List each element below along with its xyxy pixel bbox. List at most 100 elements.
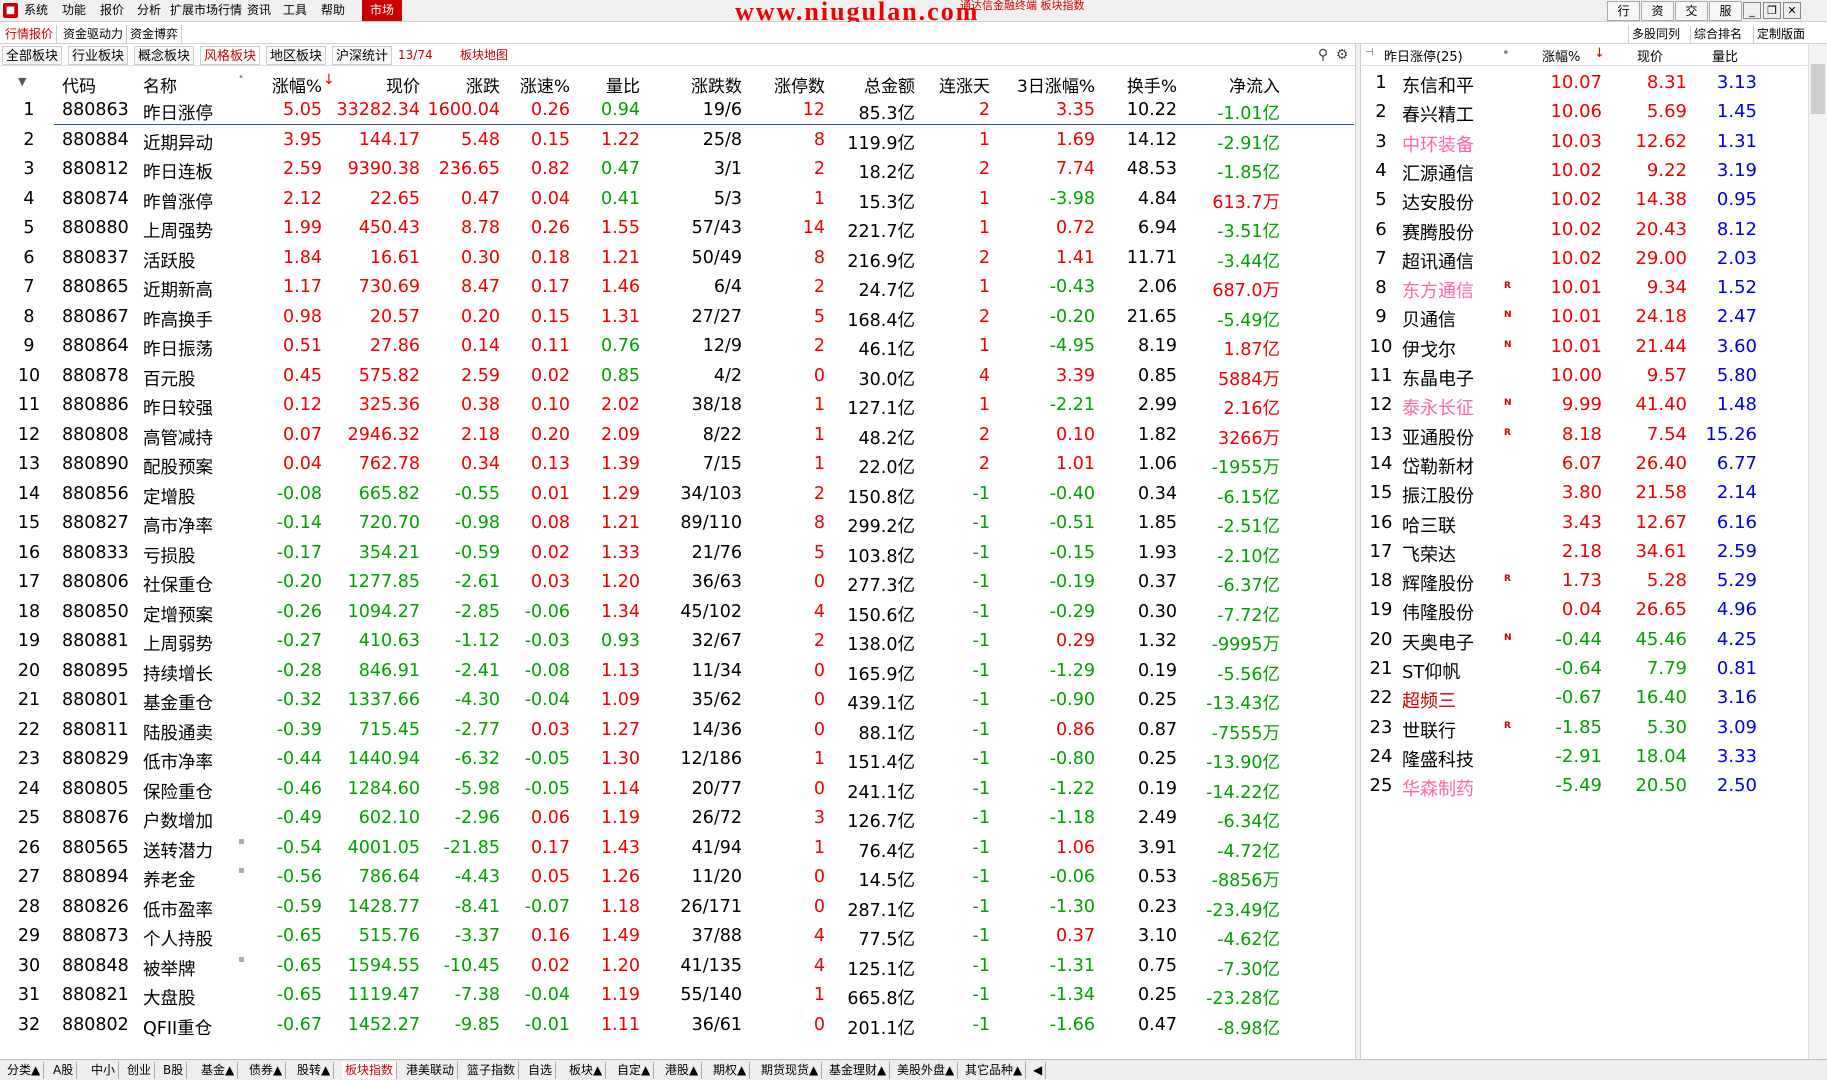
- table-row[interactable]: 25 880876 户数增加 -0.49 602.10 -2.96 0.06 1.19 26/7…: [0, 804, 1350, 834]
- constituent-row[interactable]: 22 超频三 -0.67 16.40 3.16: [1362, 683, 1807, 713]
- sector-map-link[interactable]: 板块地图: [460, 46, 508, 65]
- table-row[interactable]: 5 880880 上周强势 1.99 450.43 8.78 0.26 1.55 57/43 14…: [0, 214, 1350, 244]
- col-header-10[interactable]: 连涨天: [920, 72, 990, 97]
- constituent-row[interactable]: 3 中环装备 10.03 12.62 1.31: [1362, 127, 1807, 157]
- category-tab-2[interactable]: 概念板块: [134, 46, 195, 65]
- table-row[interactable]: 1 880863 昨日涨停 5.05 33282.34 1600.04 0.26 0.94 19…: [0, 96, 1350, 126]
- constituent-row[interactable]: 20 天奥电子 N -0.44 45.46 4.25: [1362, 625, 1807, 655]
- bottom-tab-0[interactable]: 分类▲: [4, 1062, 45, 1079]
- category-tab-0[interactable]: 全部板块: [2, 46, 63, 65]
- constituent-row[interactable]: 9 贝通信 N 10.01 24.18 2.47: [1362, 302, 1807, 332]
- constituent-title[interactable]: 昨日涨停(25): [1384, 46, 1463, 65]
- constituent-row[interactable]: 5 达安股份 10.02 14.38 0.95: [1362, 185, 1807, 215]
- table-row[interactable]: 7 880865 近期新高 1.17 730.69 8.47 0.17 1.46 6/4 2 24.…: [0, 273, 1350, 303]
- table-row[interactable]: 3 880812 昨日连板 2.59 9390.38 236.65 0.82 0.47 3/1 2…: [0, 155, 1350, 185]
- category-tab-3[interactable]: 风格板块: [200, 46, 261, 65]
- search-icon[interactable]: ⚲: [1315, 47, 1331, 63]
- bottom-tab-14[interactable]: 港股▲: [662, 1062, 703, 1079]
- table-row[interactable]: 31 880821 大盘股 -0.65 1119.47 -7.38 -0.04 1.19 55/…: [0, 981, 1350, 1011]
- constituent-row[interactable]: 21 ST仰帆 -0.64 7.79 0.81: [1362, 654, 1807, 684]
- pin-icon[interactable]: ⊣: [1365, 47, 1374, 58]
- bottom-tab-12[interactable]: 板块▲: [566, 1062, 607, 1079]
- menu-item-2[interactable]: 报价: [100, 0, 124, 21]
- bottom-tab-8[interactable]: 板块指数: [342, 1062, 398, 1079]
- col-header-1[interactable]: 名称: [143, 72, 223, 97]
- menu-item-3[interactable]: 分析: [137, 0, 161, 21]
- table-row[interactable]: 13 880890 配股预案 0.04 762.78 0.34 0.13 1.39 7/15 1 2…: [0, 450, 1350, 480]
- subtab-1[interactable]: 资金驱动力: [60, 25, 128, 43]
- right-subtab-2[interactable]: 定制版面: [1753, 25, 1808, 43]
- bottom-tab-7[interactable]: 股转▲: [294, 1062, 335, 1079]
- table-row[interactable]: 19 880881 上周弱势 -0.27 410.63 -1.12 -0.03 0.93 32/…: [0, 627, 1350, 657]
- col-header-12[interactable]: 换手%: [1100, 72, 1177, 97]
- table-row[interactable]: 9 880864 昨日振荡 0.51 27.86 0.14 0.11 0.76 12/9 2 46.…: [0, 332, 1350, 362]
- category-tab-4[interactable]: 地区板块: [266, 46, 327, 65]
- bottom-tab-10[interactable]: 篮子指数: [464, 1062, 520, 1079]
- table-row[interactable]: 30 880848 被举牌 -0.65 1594.55 -10.45 0.02 1.20 41/…: [0, 952, 1350, 982]
- col-header-change[interactable]: 涨幅%: [1542, 46, 1580, 65]
- col-header-7[interactable]: 涨跌数: [660, 72, 742, 97]
- bottom-tab-4[interactable]: B股: [160, 1062, 188, 1079]
- subtab-0[interactable]: 行情报价: [2, 25, 58, 43]
- menu-market-active[interactable]: 市场: [362, 0, 403, 21]
- constituent-row[interactable]: 16 哈三联 3.43 12.67 6.16: [1362, 508, 1807, 538]
- col-header-0[interactable]: 代码: [62, 72, 122, 97]
- bottom-tab-16[interactable]: 期货现货▲: [758, 1062, 823, 1079]
- bottom-tab-6[interactable]: 债券▲: [246, 1062, 287, 1079]
- bottom-tab-15[interactable]: 期权▲: [710, 1062, 751, 1079]
- constituent-row[interactable]: 23 世联行 R -1.85 5.30 3.09: [1362, 713, 1807, 743]
- constituent-row[interactable]: 25 华森制药 -5.49 20.50 2.50: [1362, 771, 1807, 801]
- col-header-9[interactable]: 总金额: [830, 72, 915, 97]
- top-right-button-3[interactable]: 服务: [1709, 1, 1742, 36]
- minimize-icon[interactable]: _: [1743, 2, 1761, 19]
- restore-icon[interactable]: ❐: [1763, 2, 1781, 19]
- table-row[interactable]: 28 880826 低市盈率 -0.59 1428.77 -8.41 -0.07 1.18 26…: [0, 893, 1350, 923]
- category-tab-1[interactable]: 行业板块: [68, 46, 129, 65]
- table-row[interactable]: 18 880850 定增预案 -0.26 1094.27 -2.85 -0.06 1.34 45…: [0, 598, 1350, 628]
- constituent-row[interactable]: 8 东方通信 R 10.01 9.34 1.52: [1362, 273, 1807, 303]
- col-header-4[interactable]: 涨跌: [425, 72, 500, 97]
- bottom-tab-2[interactable]: 中小: [88, 1062, 120, 1079]
- menu-item-1[interactable]: 功能: [62, 0, 86, 21]
- scroll-thumb[interactable]: [1811, 64, 1825, 114]
- right-subtab-1[interactable]: 综合排名: [1690, 25, 1745, 43]
- constituent-row[interactable]: 4 汇源通信 10.02 9.22 3.19: [1362, 156, 1807, 186]
- menu-item-4[interactable]: 扩展市场行情: [170, 0, 242, 21]
- bottom-tab-1[interactable]: A股: [50, 1062, 78, 1079]
- scroll-left-icon[interactable]: ◀: [1030, 1062, 1047, 1079]
- table-row[interactable]: 4 880874 昨曾涨停 2.12 22.65 0.47 0.04 0.41 5/3 1 15.3…: [0, 185, 1350, 215]
- table-row[interactable]: 22 880811 陆股通卖 -0.39 715.45 -2.77 0.03 1.27 14/3…: [0, 716, 1350, 746]
- constituent-row[interactable]: 2 春兴精工 10.06 5.69 1.45: [1362, 97, 1807, 127]
- table-row[interactable]: 11 880886 昨日较强 0.12 325.36 0.38 0.10 2.02 38/18 1…: [0, 391, 1350, 421]
- table-row[interactable]: 24 880805 保险重仓 -0.46 1284.60 -5.98 -0.05 1.14 20…: [0, 775, 1350, 805]
- col-header-13[interactable]: 净流入: [1180, 72, 1280, 97]
- menu-item-0[interactable]: 系统: [24, 0, 48, 21]
- constituent-row[interactable]: 19 伟隆股份 0.04 26.65 4.96: [1362, 595, 1807, 625]
- table-row[interactable]: 16 880833 亏损股 -0.17 354.21 -0.59 0.02 1.33 21/76…: [0, 539, 1350, 569]
- constituent-row[interactable]: 15 振江股份 3.80 21.58 2.14: [1362, 478, 1807, 508]
- constituent-row[interactable]: 17 飞荣达 2.18 34.61 2.59: [1362, 537, 1807, 567]
- col-header-11[interactable]: 3日涨幅%: [995, 72, 1095, 97]
- bottom-tab-9[interactable]: 港美联动: [403, 1062, 459, 1079]
- bottom-tab-3[interactable]: 创业: [124, 1062, 156, 1079]
- app-logo-icon[interactable]: ■: [3, 3, 18, 18]
- constituent-row[interactable]: 24 隆盛科技 -2.91 18.04 3.33: [1362, 742, 1807, 772]
- top-right-button-1[interactable]: 资讯: [1641, 1, 1674, 36]
- bottom-tab-5[interactable]: 基金▲: [198, 1062, 239, 1079]
- constituent-row[interactable]: 6 赛腾股份 10.02 20.43 8.12: [1362, 215, 1807, 245]
- table-row[interactable]: 2 880884 近期异动 3.95 144.17 5.48 0.15 1.22 25/8 8 11…: [0, 126, 1350, 156]
- table-row[interactable]: 21 880801 基金重仓 -0.32 1337.66 -4.30 -0.04 1.09 35…: [0, 686, 1350, 716]
- table-row[interactable]: 6 880837 活跃股 1.84 16.61 0.30 0.18 1.21 50/49 8 216…: [0, 244, 1350, 274]
- table-row[interactable]: 32 880802 QFII重仓 -0.67 1452.27 -9.85 -0.01 1.11…: [0, 1011, 1350, 1041]
- table-row[interactable]: 29 880873 个人持股 -0.65 515.76 -3.37 0.16 1.49 37/8…: [0, 922, 1350, 952]
- constituent-row[interactable]: 14 岱勒新材 6.07 26.40 6.77: [1362, 449, 1807, 479]
- close-icon[interactable]: ✕: [1783, 2, 1801, 19]
- col-header-6[interactable]: 量比: [575, 72, 640, 97]
- constituent-row[interactable]: 11 东晶电子 10.00 9.57 5.80: [1362, 361, 1807, 391]
- subtab-2[interactable]: 资金博弈: [127, 25, 183, 43]
- top-right-button-2[interactable]: 交易: [1675, 1, 1708, 36]
- table-row[interactable]: 26 880565 送转潜力 -0.54 4001.05 -21.85 0.17 1.43 41…: [0, 834, 1350, 864]
- constituent-row[interactable]: 13 亚通股份 R 8.18 7.54 15.26: [1362, 420, 1807, 450]
- constituent-row[interactable]: 7 超讯通信 10.02 29.00 2.03: [1362, 244, 1807, 274]
- table-row[interactable]: 12 880808 高管减持 0.07 2946.32 2.18 0.20 2.09 8/22 1…: [0, 421, 1350, 451]
